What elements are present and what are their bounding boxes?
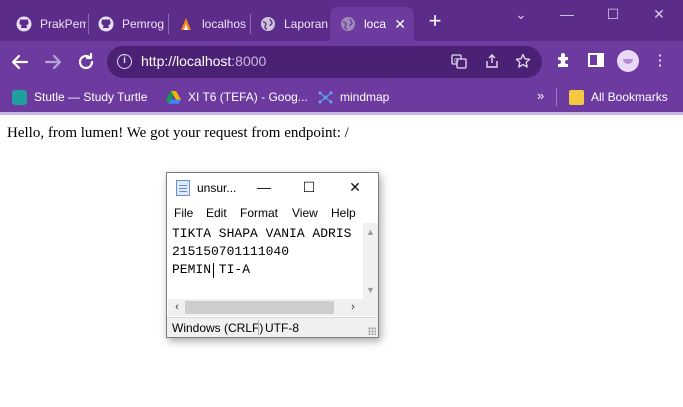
stutle-icon [12, 89, 27, 105]
tab-localhost[interactable]: localhos [168, 7, 248, 41]
maximize-icon[interactable]: ☐ [299, 178, 319, 196]
drive-icon [166, 90, 181, 105]
share-icon[interactable] [483, 53, 501, 71]
notepad-text-area[interactable]: TIKTA SHAPA VANIA ADRIS 215150701111040 … [168, 223, 363, 299]
tab-active-localhost[interactable]: loca ✕ [330, 7, 414, 41]
status-eol: Windows (CRLF) [172, 321, 264, 335]
resize-grip-icon[interactable] [368, 327, 376, 335]
scroll-down-icon[interactable]: ▼ [363, 283, 378, 297]
maximize-icon[interactable]: ☐ [602, 4, 624, 24]
forward-arrow-icon [44, 54, 62, 70]
reload-icon [78, 52, 94, 70]
bookmark-stutle[interactable]: Stutle — Study Turtle [12, 88, 147, 106]
text-line: 215150701111040 [172, 244, 290, 259]
notepad-menubar: File Edit Format View Help [167, 205, 378, 223]
notepad-titlebar[interactable]: unsur... — ☐ ✕ [167, 173, 378, 202]
tab-laporan[interactable]: Laporan [250, 7, 328, 41]
menu-format[interactable]: Format [240, 206, 278, 220]
url-port: :8000 [231, 53, 267, 69]
url-text[interactable]: http://localhost:8000 [141, 53, 266, 69]
all-bookmarks-label: All Bookmarks [591, 90, 668, 104]
reload-button[interactable] [74, 50, 98, 74]
browser-toolbar: i http://localhost:8000 G ⋮ [0, 41, 683, 82]
close-tab-icon[interactable]: ✕ [394, 16, 406, 33]
tab-prakpem[interactable]: PrakPem [6, 7, 86, 41]
profile-avatar[interactable] [617, 50, 639, 72]
tab-title: loca [364, 17, 387, 31]
scroll-thumb[interactable] [185, 301, 334, 314]
notepad-window[interactable]: unsur... — ☐ ✕ File Edit Format View Hel… [166, 172, 379, 338]
minimize-icon[interactable]: — [556, 4, 578, 24]
menu-file[interactable]: File [174, 206, 193, 220]
vertical-scrollbar[interactable]: ▲ ▼ [363, 223, 378, 299]
bookmark-star-icon[interactable] [514, 53, 532, 71]
tab-title: PrakPem [40, 17, 86, 31]
notepad-statusbar: Windows (CRLF) UTF-8 [167, 317, 378, 337]
more-bookmarks-button[interactable]: » [537, 88, 544, 103]
folder-icon [569, 89, 584, 105]
all-bookmarks-button[interactable]: All Bookmarks [569, 88, 668, 106]
tab-strip: PrakPem Pemrog localhos Laporan loca ✕ +… [0, 0, 683, 41]
mindmap-icon [318, 90, 333, 105]
back-arrow-icon [11, 54, 29, 70]
github-icon [16, 16, 32, 32]
github-icon [98, 16, 114, 32]
scroll-corner [363, 299, 378, 316]
back-button[interactable] [8, 50, 32, 74]
text-caret [213, 263, 214, 278]
notepad-title: unsur... [197, 181, 237, 195]
tab-title: Pemrog [122, 17, 165, 31]
horizontal-scrollbar[interactable]: ‹ › [168, 299, 363, 316]
tab-title: Laporan [284, 17, 328, 31]
minimize-icon[interactable]: — [254, 178, 274, 196]
extensions-icon[interactable] [554, 51, 574, 71]
text-line: TIKTA SHAPA VANIA ADRIS [172, 226, 352, 241]
status-encoding: UTF-8 [265, 321, 299, 335]
side-panel-icon[interactable] [586, 51, 606, 71]
close-window-icon[interactable]: ✕ [648, 4, 670, 24]
translate-icon[interactable]: G [450, 53, 468, 71]
globe-icon [340, 16, 356, 32]
scroll-up-icon[interactable]: ▲ [363, 225, 378, 239]
new-tab-button[interactable]: + [424, 10, 446, 33]
bookmarks-divider [556, 88, 557, 106]
tab-title: localhos [202, 17, 247, 31]
text-line: PEMIN TI-A [172, 262, 251, 277]
bookmark-label: mindmap [340, 90, 390, 104]
tab-pemrog[interactable]: Pemrog [88, 7, 166, 41]
menu-edit[interactable]: Edit [206, 206, 227, 220]
bookmark-label: XI T6 (TEFA) - Goog... [188, 90, 308, 104]
status-divider [258, 320, 259, 335]
response-text: Hello, from lumen! We got your request f… [7, 125, 349, 141]
tab-search-icon[interactable]: ⌄ [510, 4, 532, 24]
bookmarks-bar: Stutle — Study Turtle XI T6 (TEFA) - Goo… [0, 82, 683, 112]
content-divider [0, 112, 683, 115]
bookmark-xi-t6[interactable]: XI T6 (TEFA) - Goog... [166, 88, 308, 106]
xampp-icon [178, 16, 194, 32]
forward-button[interactable] [41, 50, 65, 74]
bookmark-mindmap[interactable]: mindmap [318, 88, 389, 106]
notepad-icon [176, 180, 190, 196]
site-info-icon[interactable]: i [117, 54, 132, 69]
bookmark-label: Stutle — Study Turtle [34, 90, 148, 104]
scroll-right-icon[interactable]: › [346, 299, 360, 316]
globe-icon [260, 16, 276, 32]
svg-text:G: G [454, 59, 459, 65]
close-icon[interactable]: ✕ [345, 178, 365, 196]
address-bar[interactable]: i http://localhost:8000 G [107, 46, 542, 78]
menu-view[interactable]: View [292, 206, 318, 220]
menu-kebab-icon[interactable]: ⋮ [650, 51, 670, 71]
scroll-left-icon[interactable]: ‹ [170, 299, 184, 316]
menu-help[interactable]: Help [331, 206, 356, 220]
url-host: http://localhost [141, 53, 232, 69]
